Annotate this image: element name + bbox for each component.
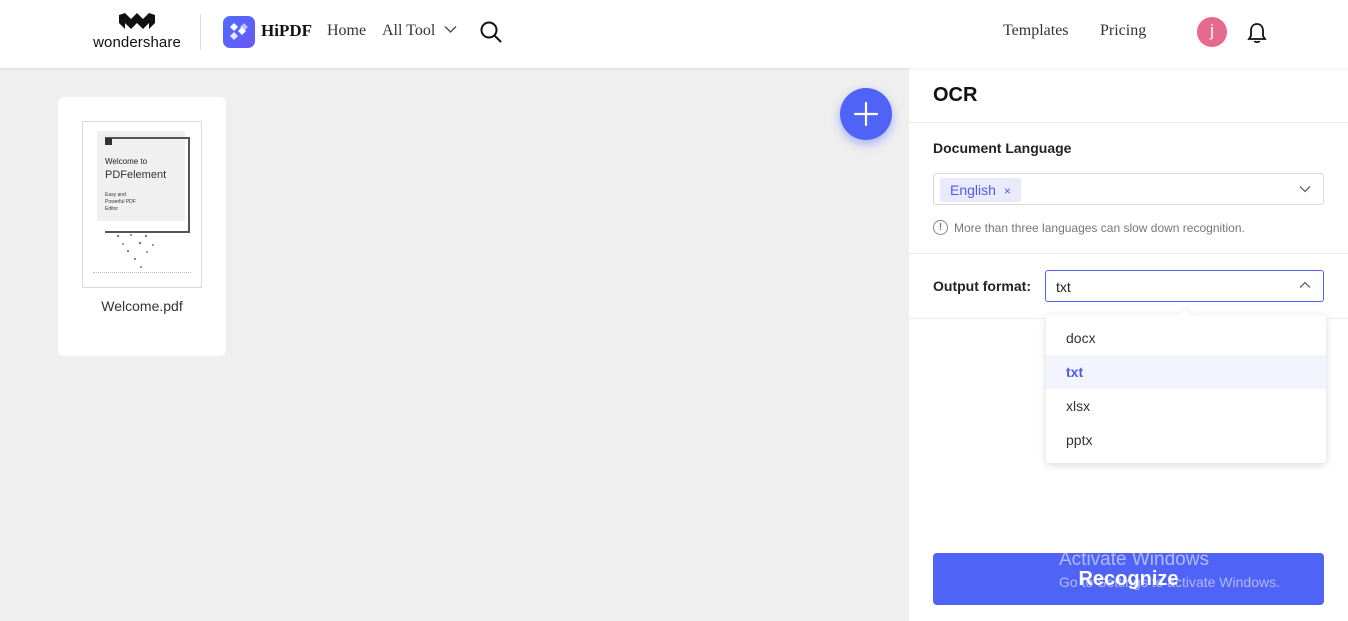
- file-name: Welcome.pdf: [101, 298, 183, 314]
- user-avatar[interactable]: j: [1197, 17, 1227, 47]
- wondershare-wordmark: wondershare: [93, 34, 181, 51]
- wondershare-logo-icon: [119, 13, 155, 29]
- plus-icon: [853, 101, 879, 127]
- top-header: wondershare HiPDF Home All Tool Template…: [0, 0, 1348, 68]
- nav-home[interactable]: Home: [327, 22, 366, 40]
- panel-title: OCR: [933, 84, 978, 106]
- thumbnail-dots-graphic: [116, 234, 154, 268]
- divider: [909, 122, 1348, 123]
- thumbnail-logo: [105, 138, 114, 145]
- hipdf-logo-icon[interactable]: [223, 16, 255, 48]
- language-select[interactable]: English ×: [933, 173, 1324, 205]
- chevron-down-icon[interactable]: [444, 25, 457, 34]
- nav-all-tool[interactable]: All Tool: [382, 22, 435, 40]
- windows-activation-watermark: Activate Windows: [1059, 549, 1209, 570]
- option-txt[interactable]: txt: [1046, 355, 1326, 389]
- thumbnail-title-line1: Welcome to: [105, 157, 148, 166]
- option-docx[interactable]: docx: [1046, 321, 1326, 355]
- thumbnail-title-line2: PDFelement: [105, 169, 167, 181]
- wondershare-logo[interactable]: wondershare: [90, 13, 184, 55]
- dropdown-arrow: [1177, 307, 1193, 323]
- hint-text: More than three languages can slow down …: [954, 220, 1245, 235]
- language-tag-label: English: [950, 182, 996, 198]
- output-format-dropdown: docx txt xlsx pptx: [1046, 307, 1326, 463]
- bell-icon[interactable]: [1247, 22, 1267, 44]
- language-tag: English ×: [940, 178, 1021, 202]
- thumbnail-subtitle: Easy and Powerful PDF Editor: [105, 192, 136, 212]
- divider: [909, 253, 1348, 254]
- remove-language-icon[interactable]: ×: [1004, 179, 1011, 203]
- nav-templates[interactable]: Templates: [1003, 22, 1069, 40]
- info-icon: !: [933, 220, 948, 236]
- file-card[interactable]: Welcome to PDFelement Easy and Powerful …: [58, 97, 226, 356]
- app-name[interactable]: HiPDF: [261, 21, 312, 41]
- search-icon[interactable]: [480, 21, 502, 43]
- chevron-up-icon[interactable]: [1299, 281, 1311, 289]
- add-file-button[interactable]: [840, 88, 892, 140]
- ocr-panel: OCR Document Language English × ! More tha…: [909, 68, 1348, 621]
- language-label: Document Language: [933, 140, 1072, 156]
- option-xlsx[interactable]: xlsx: [1046, 389, 1326, 423]
- thumbnail-footer-line: [93, 272, 191, 274]
- thumbnail-bracket: [105, 137, 190, 233]
- output-format-value: txt: [1056, 279, 1071, 295]
- option-pptx[interactable]: pptx: [1046, 423, 1326, 457]
- header-divider: [200, 14, 201, 50]
- language-hint: ! More than three languages can slow down…: [933, 220, 1245, 236]
- file-thumbnail[interactable]: Welcome to PDFelement Easy and Powerful …: [82, 121, 202, 288]
- windows-activation-watermark-sub: Go to Settings to activate Windows.: [1059, 574, 1280, 590]
- nav-pricing[interactable]: Pricing: [1100, 22, 1146, 40]
- output-format-label: Output format:: [933, 278, 1031, 294]
- output-format-select[interactable]: txt: [1045, 270, 1324, 302]
- chevron-down-icon[interactable]: [1299, 185, 1311, 193]
